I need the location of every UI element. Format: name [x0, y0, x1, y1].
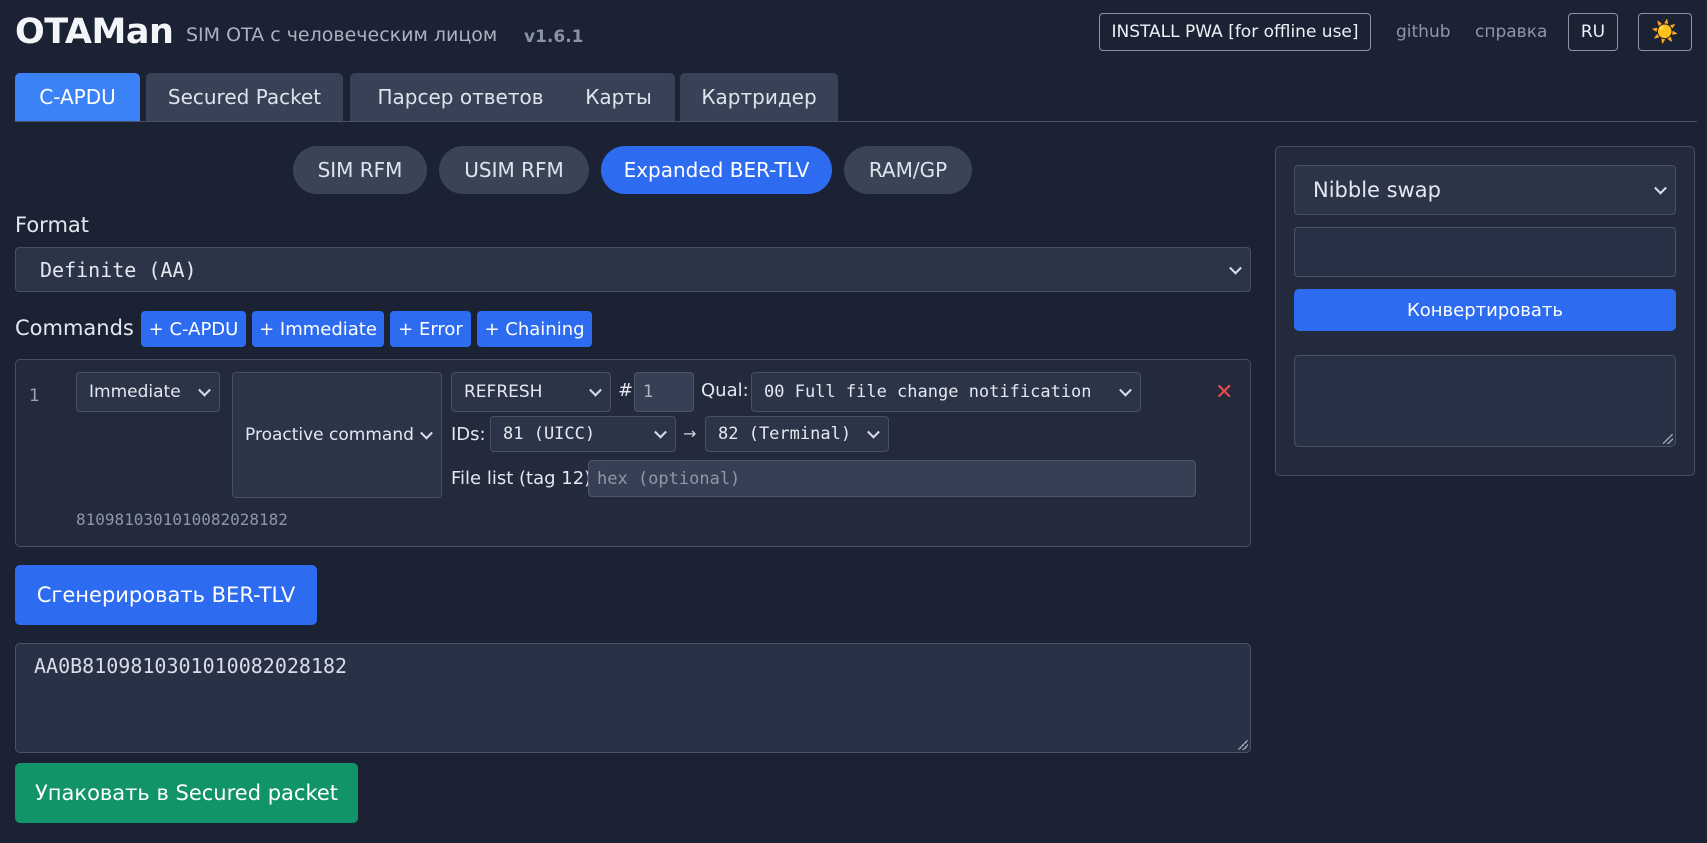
add-c-apdu-button[interactable]: + C-APDU: [141, 311, 246, 347]
command-type-value: Immediate: [89, 382, 181, 402]
tab-cards[interactable]: Карты: [562, 73, 675, 121]
github-link[interactable]: github: [1396, 22, 1451, 42]
help-link[interactable]: справка: [1475, 22, 1547, 42]
tab-secured-packet[interactable]: Secured Packet: [146, 73, 343, 121]
chevron-down-icon: [654, 425, 667, 439]
destination-id-value: 82 (Terminal): [718, 424, 852, 444]
add-immediate-button[interactable]: + Immediate: [252, 311, 384, 347]
proactive-command-select[interactable]: REFRESH: [451, 372, 611, 412]
generate-ber-tlv-button[interactable]: Сгенерировать BER-TLV: [15, 565, 317, 625]
file-list-input[interactable]: hex (optional): [588, 460, 1196, 497]
command-kind-value: Proactive command: [245, 425, 414, 445]
commands-label: Commands: [15, 316, 134, 340]
arrow-right-icon: →: [683, 424, 697, 443]
converter-output[interactable]: [1294, 355, 1676, 447]
install-pwa-button[interactable]: INSTALL PWA [for offline use]: [1099, 13, 1371, 51]
pack-secured-packet-button[interactable]: Упаковать в Secured packet: [15, 763, 358, 823]
command-type-select[interactable]: Immediate: [76, 372, 220, 412]
tab-card-reader[interactable]: Картридер: [680, 73, 838, 121]
tab-response-parser[interactable]: Парсер ответов: [350, 73, 571, 121]
format-value: Definite (AA): [40, 257, 197, 282]
chevron-down-icon: [420, 426, 433, 440]
command-index: 1: [29, 386, 40, 406]
qualifier-value: 00 Full file change notification: [764, 382, 1092, 402]
language-button[interactable]: RU: [1568, 13, 1618, 51]
chevron-down-icon: [1654, 181, 1667, 195]
output-value: AA0B8109810301010082028182: [34, 654, 348, 678]
qual-label: Qual:: [701, 380, 749, 401]
chevron-down-icon: [589, 383, 602, 397]
resize-handle-icon[interactable]: [1238, 740, 1248, 750]
mode-ram-gp[interactable]: RAM/GP: [844, 146, 972, 194]
destination-id-select[interactable]: 82 (Terminal): [705, 416, 889, 452]
add-chaining-button[interactable]: + Chaining: [477, 311, 592, 347]
delete-command-icon[interactable]: ✕: [1215, 382, 1233, 404]
resize-handle-icon[interactable]: [1663, 434, 1673, 444]
app-header: OTAMan SIM OTA с человеческим лицом v1.6…: [15, 8, 1692, 58]
sun-icon: ☀️: [1651, 19, 1679, 45]
chevron-down-icon: [1229, 261, 1242, 275]
converter-panel: Nibble swap Конвертировать: [1275, 146, 1695, 476]
chevron-down-icon: [198, 383, 211, 397]
add-error-button[interactable]: + Error: [390, 311, 471, 347]
mode-sim-rfm[interactable]: SIM RFM: [293, 146, 427, 194]
command-kind-select[interactable]: Proactive command: [232, 372, 442, 498]
converter-mode-select[interactable]: Nibble swap: [1294, 165, 1676, 215]
format-label: Format: [15, 213, 90, 237]
app-tagline: SIM OTA с человеческим лицом: [186, 24, 498, 46]
source-id-value: 81 (UICC): [503, 424, 596, 444]
mode-usim-rfm[interactable]: USIM RFM: [439, 146, 589, 194]
chevron-down-icon: [867, 425, 880, 439]
app-version: v1.6.1: [524, 27, 584, 47]
ids-label: IDs:: [451, 424, 486, 445]
number-label: #: [618, 380, 634, 401]
chevron-down-icon: [1119, 383, 1132, 397]
converter-input[interactable]: [1294, 227, 1676, 277]
command-number-input[interactable]: 1: [634, 372, 694, 412]
mode-expanded-ber-tlv[interactable]: Expanded BER-TLV: [601, 146, 832, 194]
main-tabs: C-APDU Secured Packet Парсер ответов Кар…: [15, 73, 1697, 122]
theme-toggle-button[interactable]: ☀️: [1638, 13, 1692, 51]
hex-preview: 8109810301010082028182: [76, 510, 288, 529]
qualifier-select[interactable]: 00 Full file change notification: [751, 372, 1141, 412]
format-select[interactable]: Definite (AA): [15, 247, 1251, 292]
proactive-command-value: REFRESH: [464, 382, 543, 402]
file-list-label: File list (tag 12):: [451, 468, 598, 489]
convert-button[interactable]: Конвертировать: [1294, 289, 1676, 331]
output-textarea[interactable]: AA0B8109810301010082028182: [15, 643, 1251, 753]
source-id-select[interactable]: 81 (UICC): [490, 416, 676, 452]
tab-c-apdu[interactable]: C-APDU: [15, 73, 140, 121]
converter-mode-value: Nibble swap: [1313, 178, 1441, 202]
command-list: 1 Immediate Proactive command REFRESH # …: [15, 359, 1251, 547]
app-logo: OTAMan: [15, 12, 174, 52]
